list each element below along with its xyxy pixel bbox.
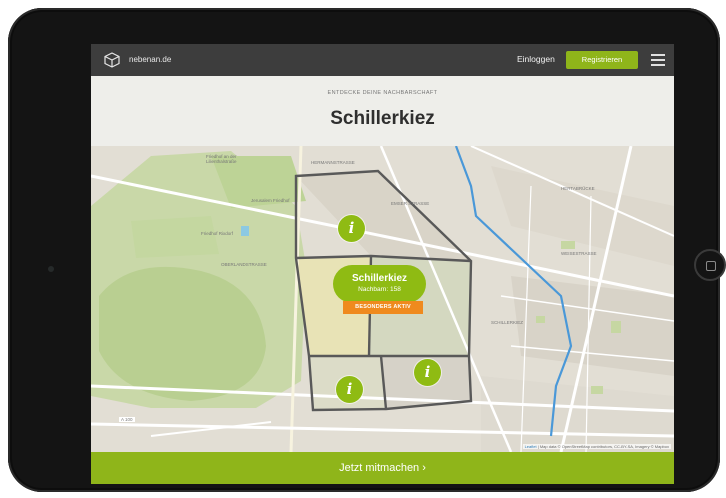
brand-name[interactable]: nebenan.de (129, 55, 171, 64)
page-header: ENTDECKE DEINE NACHBARSCHAFT Schillerkie… (91, 76, 674, 146)
attribution-text: | Map data © OpenStreetMap contributors,… (537, 444, 669, 449)
map-label: SCHILLERKIEZ (491, 320, 524, 325)
map-attribution: Leaflet | Map data © OpenStreetMap contr… (522, 444, 671, 449)
map-label: Friedhof an der Lilienthalstraße (206, 154, 237, 164)
area-neighbors-count: Nachbarn: 158 (358, 286, 401, 293)
leaflet-link[interactable]: Leaflet (525, 444, 537, 449)
home-button[interactable] (694, 249, 726, 281)
app-screen: nebenan.de Einloggen Registrieren ENTDEC… (91, 44, 674, 484)
map-label: Friedhof Rixdorf (201, 231, 234, 236)
area-name: Schillerkiez (351, 273, 408, 284)
map-label: HERTABRÜCKE (561, 186, 595, 191)
camera-dot (48, 266, 54, 272)
map-label: EMSER STRASSE (391, 201, 430, 206)
map-label: HERMANNSTRASSE (311, 160, 355, 165)
register-button[interactable]: Registrieren (566, 51, 638, 69)
login-link[interactable]: Einloggen (517, 54, 555, 64)
map-label: OBERLANDSTRASSE (221, 262, 267, 267)
join-cta-button[interactable]: Jetzt mitmachen › (91, 452, 674, 484)
info-marker[interactable]: i (336, 376, 363, 403)
cube-logo-icon[interactable] (104, 52, 120, 68)
tablet-frame: nebenan.de Einloggen Registrieren ENTDEC… (8, 8, 726, 492)
header-eyebrow: ENTDECKE DEINE NACHBARSCHAFT (327, 90, 438, 96)
map-label: WEISESTRASSE (561, 251, 597, 256)
active-area-bubble[interactable]: Schillerkiez Nachbarn: 158 (333, 265, 426, 303)
info-marker[interactable]: i (338, 215, 365, 242)
info-marker[interactable]: i (414, 359, 441, 386)
status-badge: BESONDERS AKTIV (343, 301, 423, 314)
map-label: A 100 (119, 417, 135, 422)
home-square-icon (706, 261, 716, 271)
map-label: Jerusalem Friedhof (251, 198, 290, 203)
neighborhood-map[interactable]: HERMANNSTRASSE Friedhof an der Lilientha… (91, 146, 674, 452)
top-nav: nebenan.de Einloggen Registrieren (91, 44, 674, 76)
page-title: Schillerkiez (330, 108, 435, 129)
hamburger-menu-icon[interactable] (651, 54, 665, 66)
